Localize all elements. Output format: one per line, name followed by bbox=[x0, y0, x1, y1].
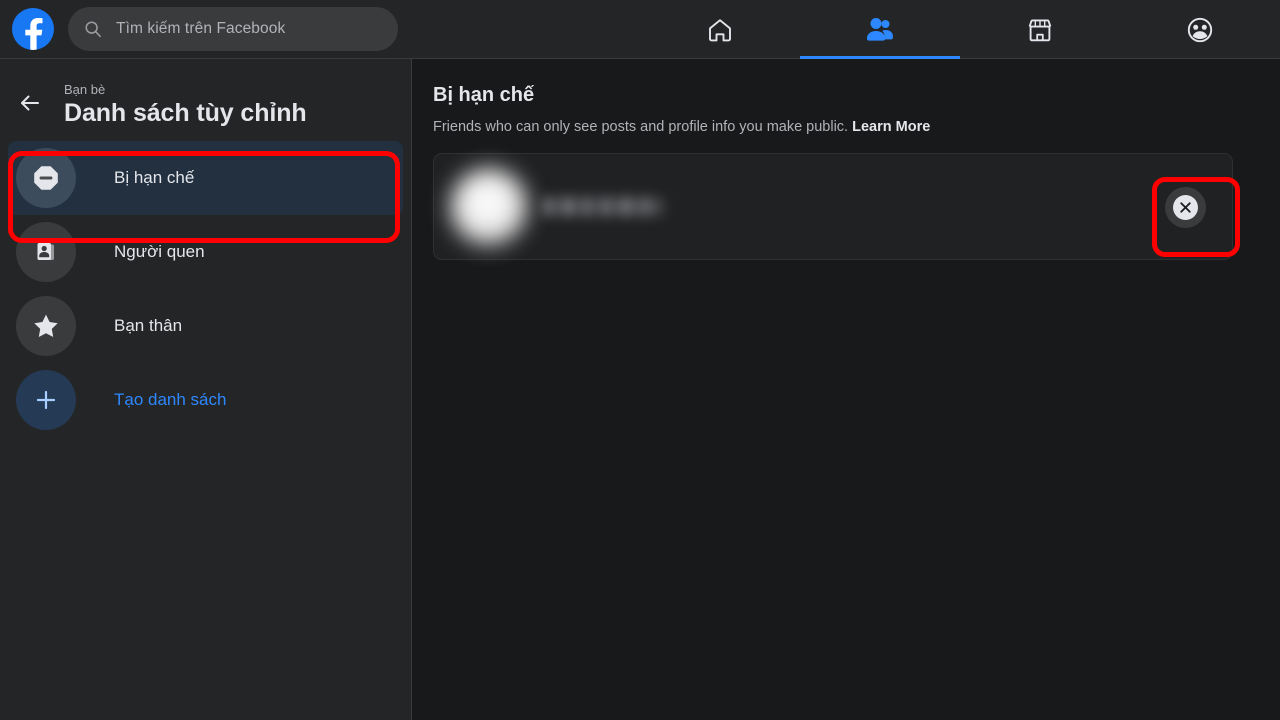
custom-lists-sidebar: Bạn bè Danh sách tùy chỉnh Bị hạn chế Ng… bbox=[0, 59, 412, 720]
page-title: Bị hạn chế bbox=[433, 84, 535, 106]
main-content-area: Bị hạn chế Friends who can only see post… bbox=[413, 59, 1280, 720]
plus-icon bbox=[16, 370, 76, 430]
sidebar-item-create-list[interactable]: Tạo danh sách bbox=[8, 363, 403, 437]
page-description: Friends who can only see posts and profi… bbox=[433, 119, 1255, 135]
groups-icon bbox=[1186, 16, 1214, 44]
contact-cards-icon bbox=[16, 222, 76, 282]
sidebar-item-acquaintances[interactable]: Người quen bbox=[8, 215, 403, 289]
sidebar-item-label: Bị hạn chế bbox=[114, 168, 195, 187]
nav-tab-groups[interactable] bbox=[1120, 0, 1280, 59]
sidebar-item-label: Tạo danh sách bbox=[114, 390, 227, 409]
search-icon bbox=[84, 20, 102, 38]
description-text: Friends who can only see posts and profi… bbox=[433, 119, 849, 135]
home-icon bbox=[706, 16, 734, 44]
friend-name bbox=[542, 197, 662, 216]
nav-tab-friends[interactable] bbox=[800, 0, 960, 59]
star-icon bbox=[16, 296, 76, 356]
avatar bbox=[450, 167, 528, 246]
nav-tab-home[interactable] bbox=[640, 0, 800, 59]
close-x-icon bbox=[1173, 195, 1198, 220]
facebook-logo-icon[interactable] bbox=[12, 8, 54, 50]
sidebar-item-label: Bạn thân bbox=[114, 316, 183, 335]
sidebar-item-label: Người quen bbox=[114, 242, 205, 261]
sidebar-list: Bị hạn chế Người quen Bạn thân Tạo danh … bbox=[0, 141, 411, 437]
main-nav-tabs bbox=[640, 0, 1280, 59]
friend-list-row[interactable] bbox=[433, 153, 1233, 260]
friends-icon bbox=[865, 16, 895, 44]
nav-tab-marketplace[interactable] bbox=[960, 0, 1120, 59]
sidebar-item-close-friends[interactable]: Bạn thân bbox=[8, 289, 403, 363]
marketplace-icon bbox=[1026, 16, 1054, 44]
top-navigation-bar: Tìm kiếm trên Facebook bbox=[0, 0, 1280, 59]
search-placeholder-text: Tìm kiếm trên Facebook bbox=[116, 20, 286, 37]
sidebar-header: Bạn bè Danh sách tùy chỉnh bbox=[0, 59, 411, 137]
sidebar-page-title: Danh sách tùy chỉnh bbox=[64, 99, 307, 127]
remove-friend-button[interactable] bbox=[1165, 187, 1206, 228]
back-arrow-icon[interactable] bbox=[16, 89, 44, 117]
sidebar-breadcrumb: Bạn bè bbox=[64, 82, 106, 97]
search-input[interactable]: Tìm kiếm trên Facebook bbox=[68, 7, 398, 51]
learn-more-link[interactable]: Learn More bbox=[852, 119, 930, 135]
restricted-stop-icon bbox=[16, 148, 76, 208]
sidebar-item-restricted[interactable]: Bị hạn chế bbox=[8, 141, 403, 215]
facebook-friends-custom-lists-page: Tìm kiếm trên Facebook Bạn bè Danh sách … bbox=[0, 0, 1280, 720]
